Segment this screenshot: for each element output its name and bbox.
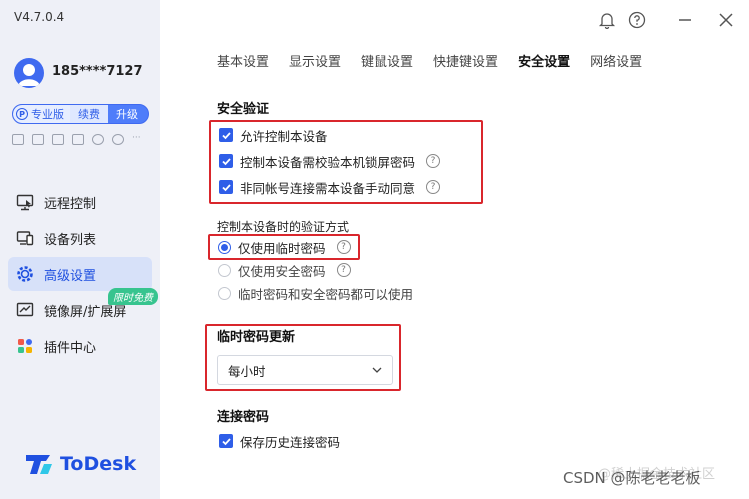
radio-unselected-icon <box>218 286 231 300</box>
todesk-logo: ToDesk <box>24 452 136 476</box>
upgrade-button[interactable]: 升级 <box>108 105 146 123</box>
close-icon[interactable] <box>716 10 736 30</box>
sidebar-item-label: 插件中心 <box>44 340 97 356</box>
sidebar-item-remote-control[interactable]: 远程控制 <box>8 185 152 219</box>
sidebar-item-label: 远程控制 <box>44 196 97 212</box>
tab-security[interactable]: 安全设置 <box>518 51 570 70</box>
devices-icon <box>16 229 34 247</box>
gamepad-icon[interactable] <box>12 134 24 145</box>
plugins-icon <box>16 337 34 355</box>
feature-icons-row: ··· <box>12 134 144 145</box>
pro-icon: P <box>16 108 28 120</box>
tab-basic[interactable]: 基本设置 <box>217 51 269 70</box>
connect-password-title: 连接密码 <box>217 410 270 425</box>
avatar[interactable] <box>14 58 44 88</box>
mirror-screen-icon <box>16 301 34 319</box>
help-icon[interactable]: ? <box>336 263 351 277</box>
highlight-box <box>208 234 360 260</box>
settings-tabs: 基本设置 显示设置 键鼠设置 快捷键设置 安全设置 网络设置 <box>217 51 662 70</box>
tab-keyboard-mouse[interactable]: 键鼠设置 <box>361 51 413 70</box>
sidebar: V4.7.0.4 185****7127 P 专业版 续费 升级 ··· 远程控… <box>0 0 160 499</box>
more-icon[interactable]: ··· <box>132 134 144 145</box>
sidebar-item-plugins[interactable]: 插件中心 <box>8 329 152 363</box>
verify-method-title: 控制本设备时的验证方式 <box>217 220 350 234</box>
monitor-icon[interactable] <box>72 134 84 145</box>
privacy-icon[interactable] <box>92 134 104 145</box>
sidebar-item-device-list[interactable]: 设备列表 <box>8 221 152 255</box>
highlight-box <box>205 324 401 391</box>
csdn-watermark: CSDN @陈老老老板 <box>563 469 701 487</box>
gear-icon <box>16 265 34 283</box>
plan-pill: P 专业版 续费 升级 <box>12 104 149 124</box>
checkbox-checked-icon <box>219 434 233 448</box>
save-history-password-checkbox[interactable]: 保存历史连接密码 <box>219 432 340 450</box>
tab-shortcuts[interactable]: 快捷键设置 <box>433 51 498 70</box>
bell-icon[interactable] <box>597 10 617 30</box>
sidebar-item-label: 高级设置 <box>44 268 97 284</box>
user-phone: 185****7127 <box>52 64 143 79</box>
tab-display[interactable]: 显示设置 <box>289 51 341 70</box>
pro-edition-badge[interactable]: P 专业版 <box>13 105 70 123</box>
shield-icon[interactable] <box>112 134 124 145</box>
security-verify-title: 安全验证 <box>217 102 270 117</box>
radio-unselected-icon <box>218 263 231 277</box>
help-icon[interactable] <box>627 10 647 30</box>
sidebar-item-label: 设备列表 <box>44 232 97 248</box>
radio-label: 临时密码和安全密码都可以使用 <box>238 286 414 302</box>
renew-button[interactable]: 续费 <box>70 105 108 123</box>
tab-network[interactable]: 网络设置 <box>590 51 642 70</box>
checkbox-label: 保存历史连接密码 <box>240 434 341 450</box>
minimize-icon[interactable] <box>675 10 695 30</box>
todesk-logo-icon <box>26 455 52 474</box>
pro-label: 专业版 <box>31 108 64 121</box>
screen-icon[interactable] <box>32 134 44 145</box>
logo-text: ToDesk <box>60 453 137 475</box>
security-password-only-radio[interactable]: 仅使用安全密码 ? <box>218 261 351 279</box>
both-passwords-radio[interactable]: 临时密码和安全密码都可以使用 <box>218 284 413 302</box>
monitor-cursor-icon <box>16 193 34 211</box>
highlight-box <box>209 120 483 204</box>
image-icon[interactable] <box>52 134 64 145</box>
radio-label: 仅使用安全密码 <box>238 263 326 279</box>
app-version: V4.7.0.4 <box>14 10 65 24</box>
limited-free-badge: 限时免费 <box>108 288 158 305</box>
sidebar-item-advanced-settings[interactable]: 高级设置 <box>8 257 152 291</box>
